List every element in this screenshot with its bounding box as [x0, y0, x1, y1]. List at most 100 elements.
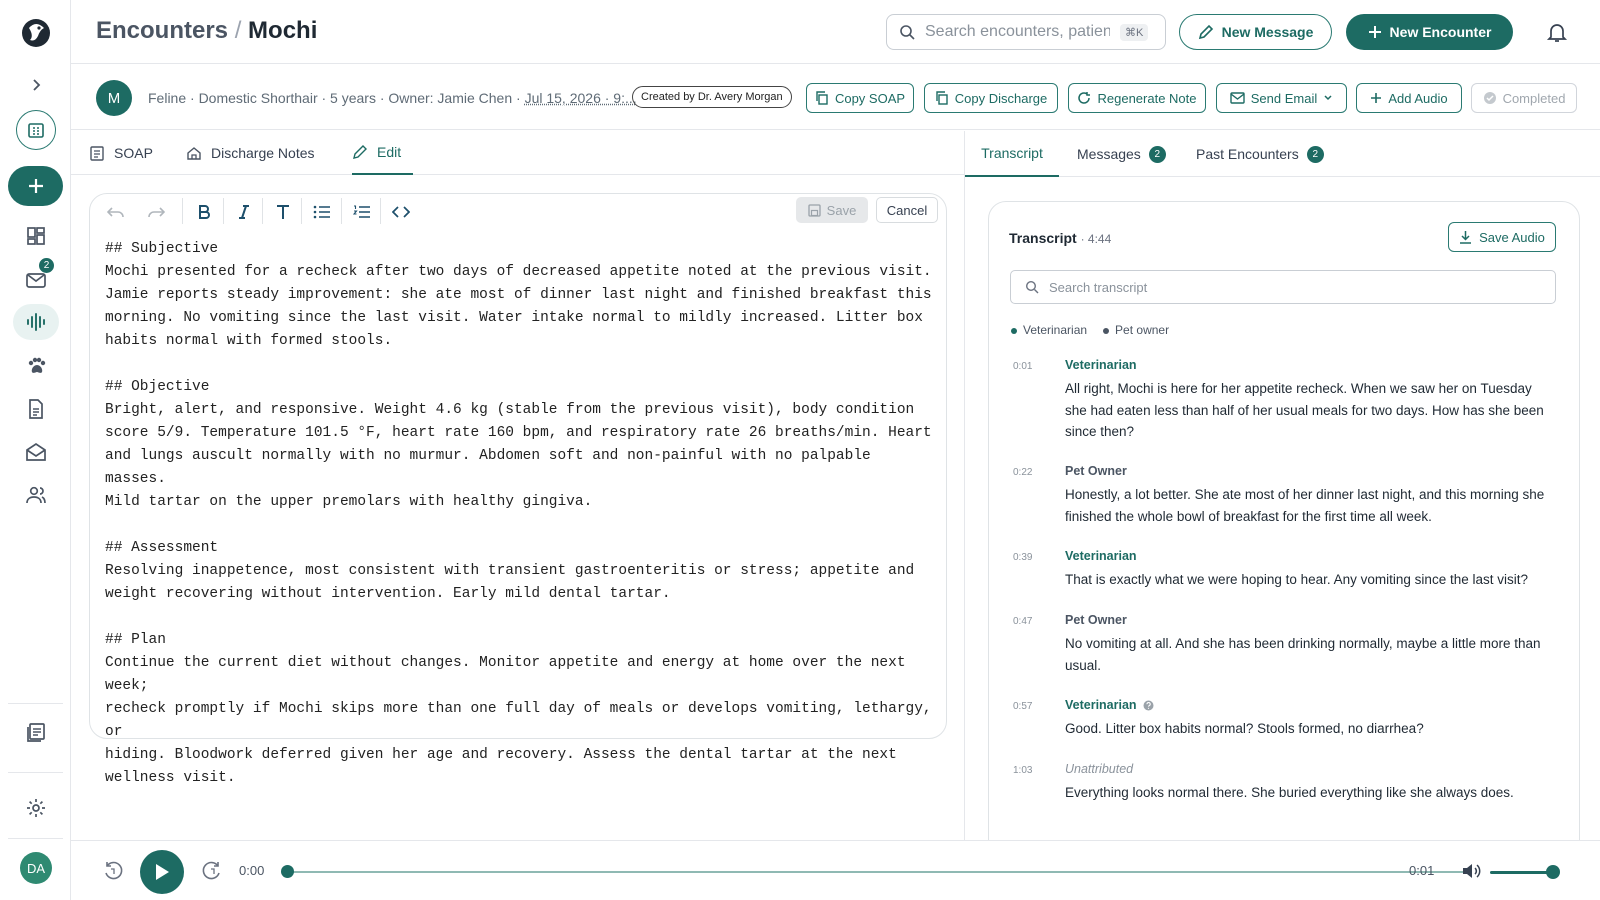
dashboard-icon — [27, 227, 45, 245]
open-mail-icon — [26, 442, 46, 461]
building-icon — [28, 123, 44, 138]
progress-thumb[interactable] — [281, 865, 294, 878]
plus-icon — [1371, 93, 1382, 103]
tab-transcript-label: Transcript — [981, 145, 1043, 161]
nav-settings[interactable] — [13, 790, 59, 826]
current-time: 0:00 — [239, 863, 265, 878]
search-icon — [1025, 280, 1039, 294]
patient-meta: Feline · Domestic Shorthair · 5 years · … — [148, 90, 637, 106]
heading-icon[interactable] — [272, 201, 294, 223]
copy-discharge-button[interactable]: Copy Discharge — [924, 83, 1058, 113]
tab-messages[interactable]: Messages 2 — [1077, 131, 1166, 177]
transcript-heading: Transcript — [1009, 230, 1077, 246]
completed-label: Completed — [1502, 90, 1566, 106]
completed-button[interactable]: Completed — [1471, 83, 1577, 113]
home-icon — [187, 147, 201, 160]
play-button[interactable] — [140, 850, 184, 894]
nav-messages[interactable]: 2 — [13, 258, 59, 298]
note-text-area[interactable]: ## Subjective Mochi presented for a rech… — [105, 238, 935, 790]
italic-icon[interactable] — [233, 201, 255, 223]
speaker-label: Unattributed — [1065, 762, 1134, 776]
audio-wave-icon — [27, 313, 45, 331]
transcript-title: Transcript · 4:44 — [1009, 230, 1111, 246]
tab-past-label: Past Encounters — [1196, 146, 1299, 162]
redo-icon[interactable] — [145, 201, 167, 223]
toolbar-divider — [182, 198, 183, 224]
toolbar-divider — [262, 198, 263, 224]
user-avatar[interactable]: DA — [20, 852, 52, 884]
tab-past-encounters[interactable]: Past Encounters 2 — [1196, 131, 1324, 177]
tab-discharge-notes[interactable]: Discharge Notes — [186, 131, 315, 175]
nav-inbox[interactable] — [13, 434, 59, 470]
tab-transcript[interactable]: Transcript — [965, 131, 1059, 177]
rail-divider — [8, 838, 63, 839]
notes-icon — [27, 723, 45, 742]
new-encounter-button[interactable]: New Encounter — [1346, 14, 1513, 50]
toolbar-divider — [223, 198, 224, 224]
send-email-button[interactable]: Send Email — [1216, 83, 1347, 113]
gear-icon — [27, 799, 45, 817]
help-icon[interactable] — [1143, 700, 1154, 711]
numbered-list-icon[interactable] — [351, 201, 373, 223]
code-icon[interactable] — [390, 201, 412, 223]
entry-speaker: Veterinarian — [1065, 358, 1137, 372]
entry-timestamp[interactable]: 0:01 — [1013, 361, 1032, 372]
volume-track[interactable] — [1490, 871, 1550, 874]
entry-timestamp[interactable]: 0:47 — [1013, 616, 1032, 627]
speaker-label: Pet Owner — [1065, 464, 1127, 478]
search-placeholder: Search encounters, patients — [925, 23, 1110, 40]
copy-discharge-label: Copy Discharge — [954, 90, 1048, 106]
forward-icon[interactable] — [201, 860, 223, 882]
entry-text: Good. Litter box habits normal? Stools f… — [1065, 721, 1424, 736]
page-header: Encounters / Mochi Search encounters, pa… — [71, 0, 1600, 64]
save-icon — [808, 203, 821, 217]
entry-timestamp[interactable]: 0:57 — [1013, 701, 1032, 712]
save-button[interactable]: Save — [796, 197, 868, 223]
audio-player: 0:00 0:01 — [71, 840, 1600, 900]
app-logo-icon[interactable] — [20, 16, 52, 50]
organization-button[interactable] — [16, 110, 56, 150]
email-icon — [1230, 92, 1245, 104]
entry-timestamp[interactable]: 0:39 — [1013, 552, 1032, 563]
undo-icon[interactable] — [105, 201, 127, 223]
play-icon — [156, 864, 169, 880]
breadcrumb: Encounters / Mochi — [96, 17, 317, 45]
progress-track[interactable] — [288, 871, 1468, 873]
global-search-input[interactable]: Search encounters, patients ⌘K — [886, 14, 1166, 50]
rewind-icon[interactable] — [102, 860, 124, 882]
bullet-list-icon[interactable] — [311, 201, 333, 223]
entry-timestamp[interactable]: 0:22 — [1013, 467, 1032, 478]
speaker-label: Veterinarian — [1065, 358, 1137, 372]
document-icon — [29, 399, 43, 419]
volume-icon[interactable] — [1460, 860, 1482, 882]
new-message-button[interactable]: New Message — [1179, 14, 1332, 50]
copy-soap-label: Copy SOAP — [834, 90, 906, 106]
nav-encounters[interactable] — [13, 304, 59, 340]
bell-icon[interactable] — [1545, 20, 1569, 44]
add-audio-button[interactable]: Add Audio — [1356, 83, 1462, 113]
note-tabs: SOAP Discharge Notes Edit — [71, 131, 964, 175]
tab-edit[interactable]: Edit — [352, 131, 413, 175]
regenerate-note-button[interactable]: Regenerate Note — [1068, 83, 1206, 113]
nav-documents[interactable] — [13, 391, 59, 427]
nav-team[interactable] — [13, 477, 59, 513]
nav-dashboard[interactable] — [13, 218, 59, 254]
volume-thumb[interactable] — [1546, 865, 1560, 879]
entry-timestamp[interactable]: 1:03 — [1013, 765, 1032, 776]
expand-sidebar-icon[interactable] — [26, 75, 46, 95]
tab-edit-label: Edit — [377, 144, 402, 160]
rail-new-button[interactable] — [8, 166, 63, 206]
breadcrumb-encounters[interactable]: Encounters — [96, 17, 228, 44]
save-audio-button[interactable]: Save Audio — [1448, 222, 1556, 252]
bold-icon[interactable] — [193, 201, 215, 223]
copy-soap-button[interactable]: Copy SOAP — [806, 83, 914, 113]
transcript-search-input[interactable]: Search transcript — [1010, 270, 1556, 304]
nav-patients[interactable] — [13, 348, 59, 384]
patient-details: Feline · Domestic Shorthair · 5 years · … — [148, 90, 521, 106]
entry-text: Everything looks normal there. She burie… — [1065, 785, 1514, 800]
encounter-date[interactable]: Jul 15, 2026 · 9:... — [525, 90, 637, 106]
tab-soap[interactable]: SOAP — [89, 131, 153, 175]
cancel-button[interactable]: Cancel — [876, 197, 938, 223]
nav-templates[interactable] — [13, 714, 59, 750]
breadcrumb-separator: / — [234, 17, 242, 44]
